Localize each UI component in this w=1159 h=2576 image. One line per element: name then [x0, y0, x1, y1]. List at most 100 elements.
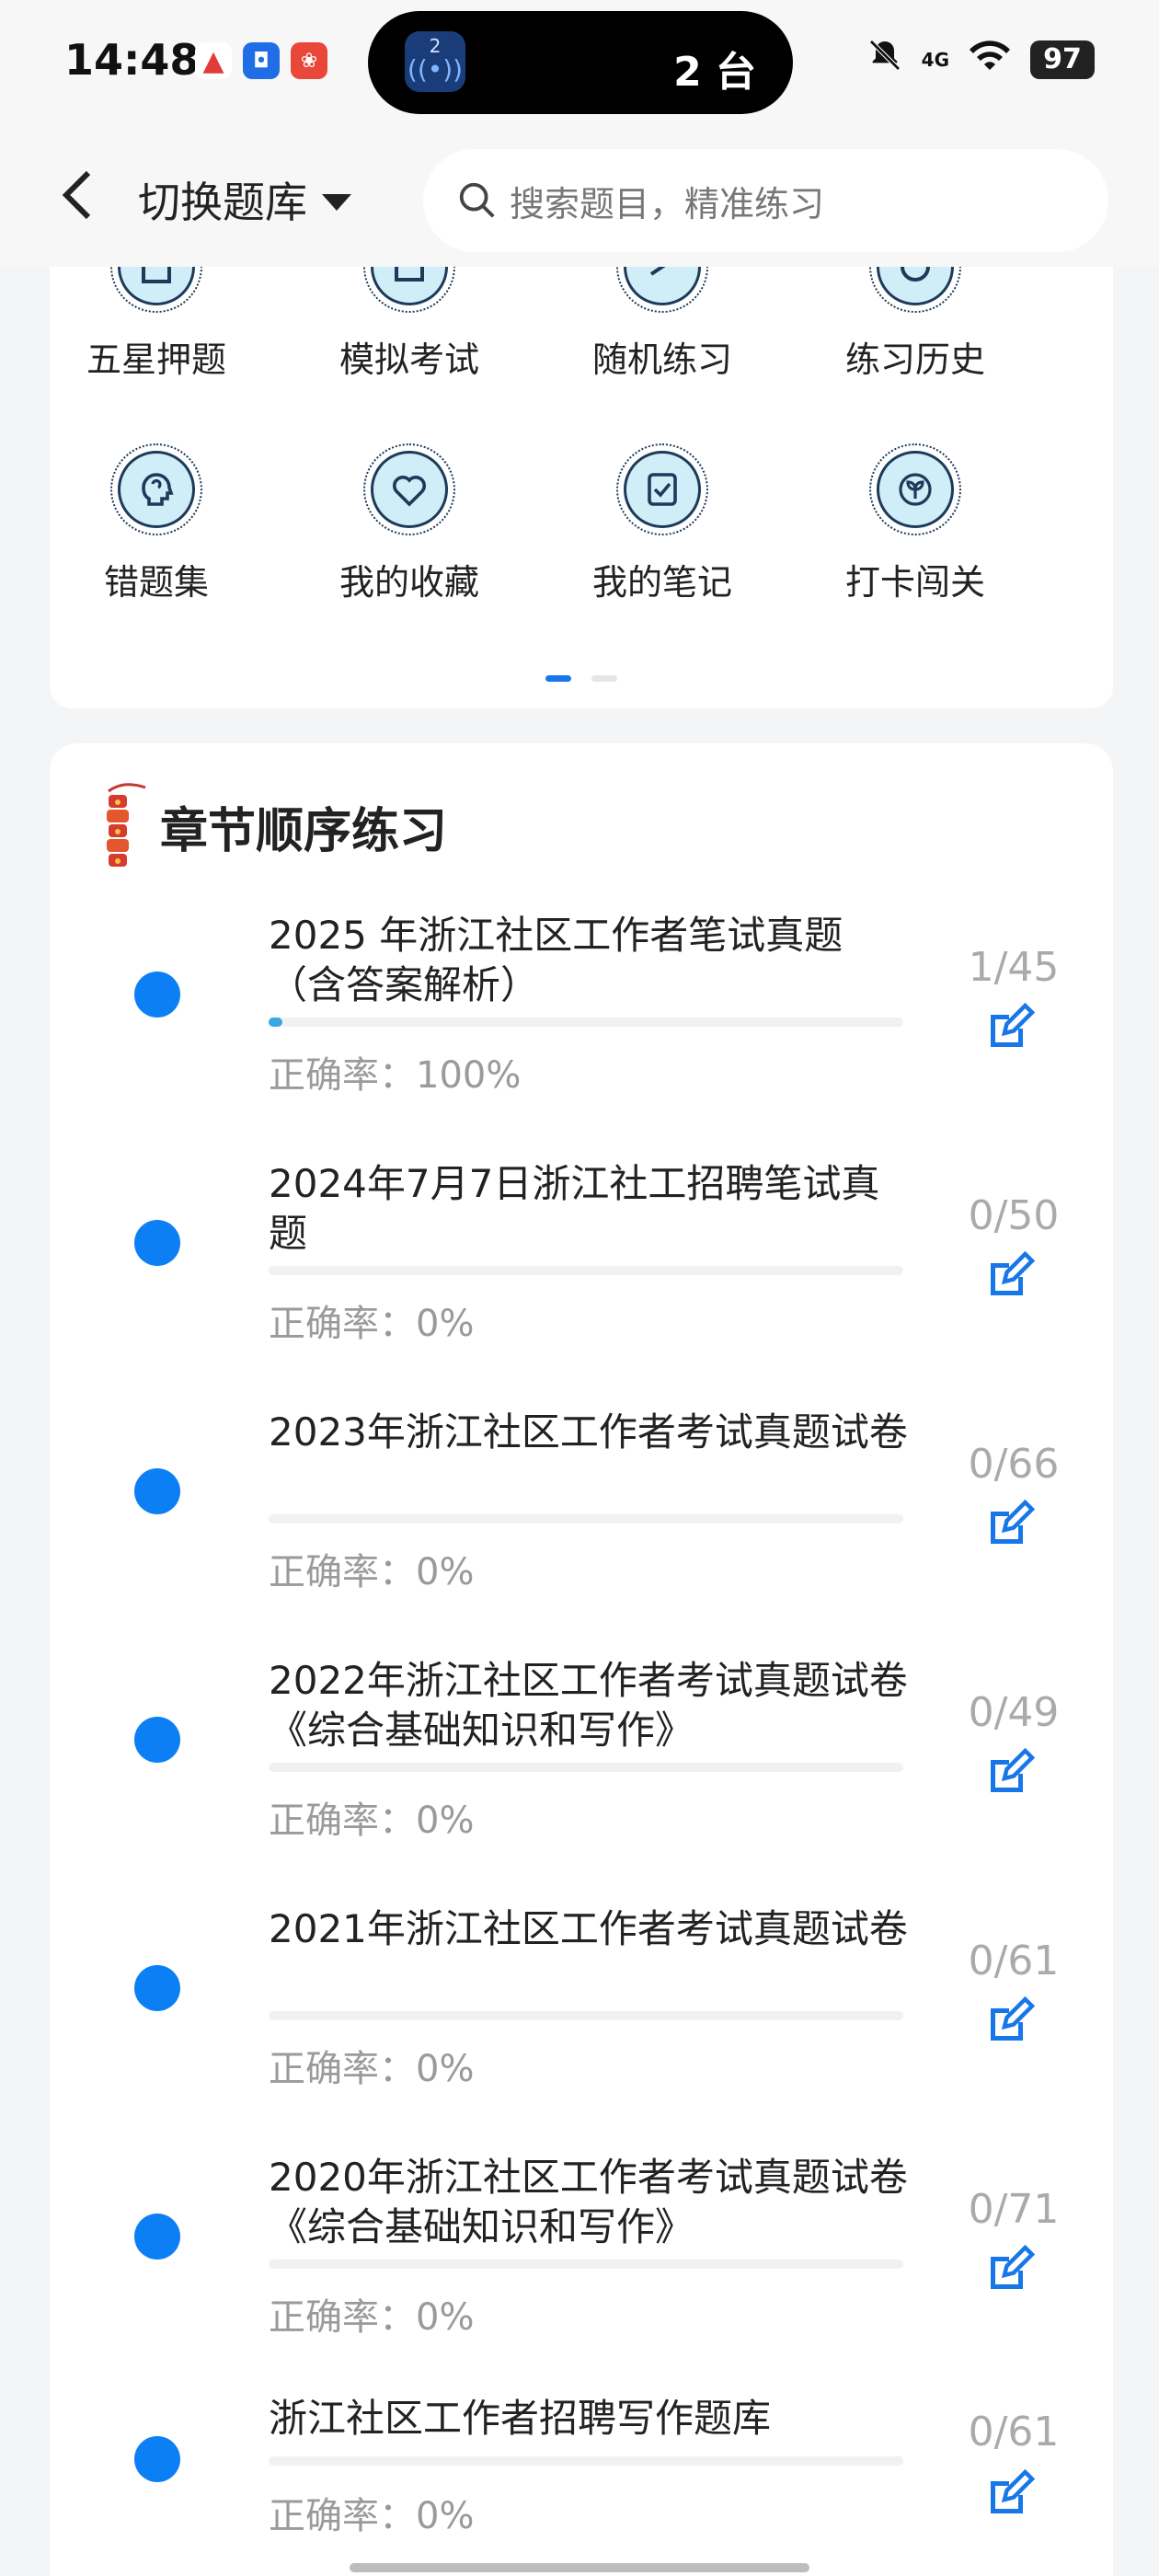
wifi-icon — [968, 37, 1012, 83]
accuracy-text: 正确率：0% — [269, 2495, 475, 2537]
switch-bank-label: 切换题库 — [138, 178, 307, 227]
chapter-item-title: 2025 年浙江社区工作者笔试真题（含答案解析） — [269, 913, 843, 1007]
practice-edit-button[interactable] — [981, 1249, 1046, 1314]
sprout-icon — [869, 443, 961, 535]
progress-bar — [269, 2260, 903, 2269]
accuracy-text: 正确率：0% — [269, 2296, 475, 2339]
chapter-item-title: 浙江社区工作者招聘写作题库 — [269, 2396, 772, 2441]
edit-icon — [991, 1747, 1036, 1792]
chapter-item-title: 2021年浙江社区工作者考试真题试卷 — [269, 1906, 908, 1951]
progress-bar — [269, 1763, 903, 1772]
chapter-item[interactable]: 2025 年浙江社区工作者笔试真题（含答案解析） 正确率：100% 1/45 — [50, 900, 1113, 1148]
status-dot — [134, 1965, 180, 2011]
chapter-item[interactable]: 2020年浙江社区工作者考试真题试卷 《综合基础知识和写作》 正确率：0% 0/… — [50, 2142, 1113, 2390]
search-placeholder: 搜索题目，精准练习 — [510, 183, 825, 224]
progress-bar — [269, 2011, 903, 2020]
battery-icon: 97 — [1030, 40, 1095, 79]
status-bar: 14:48 ▲ ◘ ❀ 2 ((•)) 2 台 4G 97 — [0, 0, 1159, 129]
nav-header: 切换题库 搜索题目，精准练习 — [0, 129, 1159, 267]
chapter-item-title: 2020年浙江社区工作者考试真题试卷 《综合基础知识和写作》 — [269, 2155, 908, 2249]
status-dot — [134, 2214, 180, 2260]
chapter-item[interactable]: 2021年浙江社区工作者考试真题试卷 正确率：0% 0/61 — [50, 1893, 1113, 2142]
edit-icon — [991, 1250, 1036, 1295]
grid-item-five-star[interactable]: 五星押题 — [55, 267, 258, 382]
notification-icons: ▲ ◘ ❀ — [195, 42, 327, 79]
chapter-header: 章节顺序练习 — [98, 780, 447, 872]
progress-bar — [269, 1266, 903, 1275]
network-type: 4G — [921, 49, 949, 71]
page-indicator — [50, 675, 1113, 682]
grid-item-label: 五星押题 — [86, 339, 226, 380]
edit-icon — [991, 2468, 1036, 2513]
chapter-item[interactable]: 浙江社区工作者招聘写作题库 正确率：0% 0/61 — [50, 2390, 1113, 2576]
grid-item-label: 我的笔记 — [591, 562, 732, 603]
edit-icon — [991, 1995, 1036, 2041]
chapter-item[interactable]: 2024年7月7日浙江社工招聘笔试真题 正确率：0% 0/50 — [50, 1148, 1113, 1397]
grid-item-label: 练习历史 — [844, 339, 985, 380]
cast-icon: 2 ((•)) — [405, 31, 465, 92]
practice-edit-button[interactable] — [981, 1001, 1046, 1065]
grid-item-favorites[interactable]: 我的收藏 — [308, 443, 511, 604]
grid-item-notes[interactable]: 我的笔记 — [561, 443, 763, 604]
practice-edit-button[interactable] — [981, 1746, 1046, 1811]
island-badge: 2 — [429, 35, 442, 57]
status-dot — [134, 972, 180, 1018]
chapter-item-title: 2023年浙江社区工作者考试真题试卷 — [269, 1409, 908, 1455]
caret-down-icon — [322, 194, 351, 211]
grid-item-checkin[interactable]: 打卡闯关 — [814, 443, 1016, 604]
accuracy-text: 正确率：0% — [269, 1800, 475, 1842]
chevron-left-icon — [62, 170, 91, 220]
chapter-item-title: 2022年浙江社区工作者考试真题试卷 《综合基础知识和写作》 — [269, 1658, 908, 1753]
firecracker-icon — [107, 783, 146, 867]
history-icon — [869, 267, 961, 313]
page-dot-active — [545, 675, 571, 682]
feature-grid: 五星押题 模拟考试 随机练习 练习历史 错题集 我的收藏 我的笔记 打卡闯关 — [50, 267, 1113, 708]
random-icon — [616, 267, 708, 313]
practice-edit-button[interactable] — [981, 2243, 1046, 2307]
mute-bell-icon — [866, 37, 903, 83]
chapter-title: 章节顺序练习 — [160, 803, 448, 859]
app-notification-icon: ❀ — [291, 42, 327, 79]
progress-fill — [269, 1018, 283, 1027]
progress-bar — [269, 2456, 903, 2466]
question-count: 0/49 — [968, 1689, 1060, 1736]
heart-icon — [363, 443, 455, 535]
question-count: 0/61 — [968, 2409, 1060, 2455]
progress-bar — [269, 1018, 903, 1027]
grid-item-label: 打卡闯关 — [844, 562, 985, 603]
status-icons: 4G 97 — [866, 37, 1095, 83]
edit-icon — [991, 1499, 1036, 1544]
practice-edit-button[interactable] — [981, 1498, 1046, 1562]
status-dot — [134, 1717, 180, 1763]
accuracy-text: 正确率：0% — [269, 2048, 475, 2090]
accuracy-text: 正确率：0% — [269, 1303, 475, 1345]
home-indicator[interactable] — [350, 2563, 809, 2572]
switch-bank-dropdown[interactable]: 切换题库 — [138, 169, 351, 230]
grid-item-random-practice[interactable]: 随机练习 — [561, 267, 763, 382]
edit-icon — [991, 1002, 1036, 1047]
grid-item-label: 我的收藏 — [339, 562, 479, 603]
question-count: 0/66 — [968, 1441, 1060, 1488]
search-icon — [459, 182, 495, 218]
dynamic-island[interactable]: 2 ((•)) 2 台 — [368, 11, 793, 114]
practice-edit-button[interactable] — [981, 2467, 1046, 2532]
back-button[interactable] — [50, 167, 105, 223]
accuracy-text: 正确率：100% — [269, 1054, 522, 1097]
progress-bar — [269, 1514, 903, 1524]
grid-item-history[interactable]: 练习历史 — [814, 267, 1016, 382]
head-icon — [110, 443, 202, 535]
search-input[interactable]: 搜索题目，精准练习 — [423, 149, 1108, 252]
status-time: 14:48 — [64, 35, 200, 85]
grid-item-label: 随机练习 — [591, 339, 732, 380]
status-dot — [134, 1468, 180, 1514]
app-notification-icon: ◘ — [243, 42, 280, 79]
practice-edit-button[interactable] — [981, 1995, 1046, 2059]
grid-item-mock-exam[interactable]: 模拟考试 — [308, 267, 511, 382]
question-count: 0/50 — [968, 1192, 1060, 1239]
chapter-item[interactable]: 2022年浙江社区工作者考试真题试卷 《综合基础知识和写作》 正确率：0% 0/… — [50, 1645, 1113, 1893]
accuracy-text: 正确率：0% — [269, 1551, 475, 1593]
page-dot — [591, 675, 617, 682]
chapter-item[interactable]: 2023年浙江社区工作者考试真题试卷 正确率：0% 0/66 — [50, 1397, 1113, 1645]
edit-icon — [991, 2244, 1036, 2289]
grid-item-wrong-questions[interactable]: 错题集 — [55, 443, 258, 604]
